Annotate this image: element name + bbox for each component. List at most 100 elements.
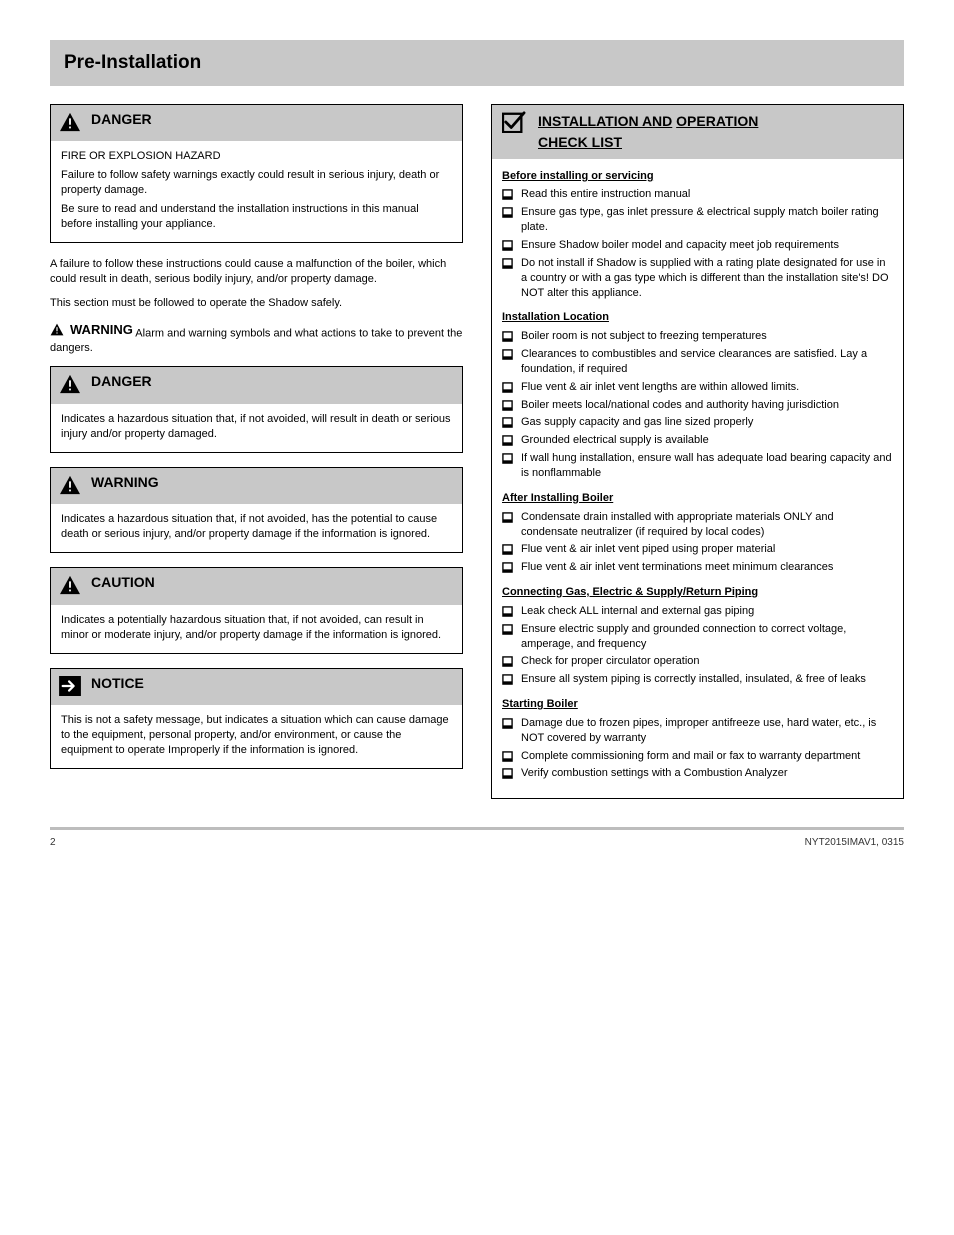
notice-def-head: NOTICE <box>51 669 462 706</box>
checkbox-icon <box>502 656 513 667</box>
checklist-item-label: Grounded electrical supply is available <box>521 433 893 448</box>
danger-def-heading: DANGER <box>91 373 152 390</box>
checkbox-icon <box>502 331 513 342</box>
checklist-item: Ensure electric supply and grounded conn… <box>502 622 893 652</box>
checklist-title-3: CHECK LIST <box>538 134 622 150</box>
danger-def-box: DANGER Indicates a hazardous situation t… <box>50 366 463 452</box>
checklist-item: Grounded electrical supply is available <box>502 433 893 448</box>
checklist-title: INSTALLATION AND OPERATION CHECK LIST <box>538 111 758 153</box>
checklist-item: Check for proper circulator operation <box>502 654 893 669</box>
checklist-item: Boiler room is not subject to freezing t… <box>502 329 893 344</box>
danger-def-body: Indicates a hazardous situation that, if… <box>51 404 462 452</box>
warning-triangle-icon <box>50 323 64 336</box>
inline-warning: WARNING Alarm and warning symbols and wh… <box>50 321 463 356</box>
checklist-item: Gas supply capacity and gas line sized p… <box>502 415 893 430</box>
checklist-item: Do not install if Shadow is supplied wit… <box>502 256 893 301</box>
checklist-item: Complete commissioning form and mail or … <box>502 749 893 764</box>
checklist-item: Flue vent & air inlet vent lengths are w… <box>502 380 893 395</box>
checkbox-icon <box>502 382 513 393</box>
checklist-item-label: Ensure gas type, gas inlet pressure & el… <box>521 205 893 235</box>
checklist-box: INSTALLATION AND OPERATION CHECK LIST Be… <box>491 104 904 800</box>
checkbox-icon <box>502 349 513 360</box>
checklist-item-label: Ensure Shadow boiler model and capacity … <box>521 238 893 253</box>
checklist-item-label: Clearances to combustibles and service c… <box>521 347 893 377</box>
checkbox-icon <box>502 453 513 464</box>
warning-def-body: Indicates a hazardous situation that, if… <box>51 504 462 552</box>
checkbox-icon <box>502 544 513 555</box>
checklist-item-label: Verify combustion settings with a Combus… <box>521 766 893 781</box>
checkbox-icon <box>502 435 513 446</box>
doc-code: NYT2015IMAV1, 0315 <box>805 836 904 850</box>
notice-def-heading: NOTICE <box>91 675 144 692</box>
caution-def-box: CAUTION Indicates a potentially hazardou… <box>50 567 463 653</box>
warning-def-box: WARNING Indicates a hazardous situation … <box>50 467 463 553</box>
columns: DANGER FIRE OR EXPLOSION HAZARD Failure … <box>50 104 904 800</box>
intro-para-2: This section must be followed to operate… <box>50 296 463 311</box>
checkbox-icon <box>502 562 513 573</box>
checklist-item-label: Leak check ALL internal and external gas… <box>521 604 893 619</box>
warning-triangle-icon <box>59 575 81 599</box>
inline-warn-label: WARNING <box>50 321 133 339</box>
checklist-body: Before installing or servicing Read this … <box>492 159 903 799</box>
checklist-item: Boiler meets local/national codes and au… <box>502 398 893 413</box>
checkbox-icon <box>502 189 513 200</box>
checklist-item: Ensure all system piping is correctly in… <box>502 672 893 687</box>
intro-para-1: A failure to follow these instructions c… <box>50 257 463 287</box>
warning-def-heading: WARNING <box>91 474 159 491</box>
checkbox-icon <box>502 624 513 635</box>
caution-def-heading: CAUTION <box>91 574 155 591</box>
checkbox-icon <box>502 207 513 218</box>
checkbox-icon <box>502 751 513 762</box>
checklist-item: Damage due to frozen pipes, improper ant… <box>502 716 893 746</box>
caution-def-text: Indicates a potentially hazardous situat… <box>61 613 452 643</box>
checklist-title-1: INSTALLATION AND <box>538 113 672 129</box>
danger-box: DANGER FIRE OR EXPLOSION HAZARD Failure … <box>50 104 463 243</box>
checklist-item-label: Ensure all system piping is correctly in… <box>521 672 893 687</box>
checkbox-icon <box>502 417 513 428</box>
checklist-item-label: Flue vent & air inlet vent piped using p… <box>521 542 893 557</box>
checkbox-icon <box>502 718 513 729</box>
checklist-item-label: Damage due to frozen pipes, improper ant… <box>521 716 893 746</box>
footer: 2 NYT2015IMAV1, 0315 <box>50 827 904 850</box>
checkbox-icon <box>502 512 513 523</box>
checklist-item-label: Read this entire instruction manual <box>521 187 893 202</box>
page-title: Pre-Installation <box>64 50 890 76</box>
checklist-item-label: Flue vent & air inlet vent lengths are w… <box>521 380 893 395</box>
caution-def-body: Indicates a potentially hazardous situat… <box>51 605 462 653</box>
checklist-item-label: Ensure electric supply and grounded conn… <box>521 622 893 652</box>
danger-def-text: Indicates a hazardous situation that, if… <box>61 412 452 442</box>
danger-head: DANGER <box>51 105 462 142</box>
checkbox-icon <box>502 606 513 617</box>
danger-line-2: Be sure to read and understand the insta… <box>61 202 452 232</box>
checklist-section-heading: Installation Location <box>502 310 893 325</box>
checklist-item-label: Boiler meets local/national codes and au… <box>521 398 893 413</box>
warning-def-head: WARNING <box>51 468 462 505</box>
danger-def-head: DANGER <box>51 367 462 404</box>
checklist-item: Flue vent & air inlet vent piped using p… <box>502 542 893 557</box>
title-bar: Pre-Installation <box>50 40 904 86</box>
warning-def-text: Indicates a hazardous situation that, if… <box>61 512 452 542</box>
checklist-section-heading: After Installing Boiler <box>502 491 893 506</box>
checklist-item: Read this entire instruction manual <box>502 187 893 202</box>
checklist-section-heading: Before installing or servicing <box>502 169 893 184</box>
checklist-item: Ensure gas type, gas inlet pressure & el… <box>502 205 893 235</box>
caution-def-head: CAUTION <box>51 568 462 605</box>
right-column: INSTALLATION AND OPERATION CHECK LIST Be… <box>491 104 904 800</box>
danger-body: FIRE OR EXPLOSION HAZARD Failure to foll… <box>51 141 462 241</box>
checklist-item-label: Do not install if Shadow is supplied wit… <box>521 256 893 301</box>
checklist-item: Ensure Shadow boiler model and capacity … <box>502 238 893 253</box>
checkmark-box-icon <box>502 111 526 139</box>
checklist-item-label: Flue vent & air inlet vent terminations … <box>521 560 893 575</box>
arrow-right-icon <box>59 676 81 700</box>
inline-warn-text: WARNING <box>70 321 133 339</box>
checkbox-icon <box>502 240 513 251</box>
checklist-item: Leak check ALL internal and external gas… <box>502 604 893 619</box>
checklist-head: INSTALLATION AND OPERATION CHECK LIST <box>492 105 903 159</box>
danger-heading: DANGER <box>91 111 152 128</box>
notice-def-body: This is not a safety message, but indica… <box>51 705 462 768</box>
checklist-item: Verify combustion settings with a Combus… <box>502 766 893 781</box>
notice-def-box: NOTICE This is not a safety message, but… <box>50 668 463 769</box>
checklist-item: Flue vent & air inlet vent terminations … <box>502 560 893 575</box>
warning-triangle-icon <box>59 374 81 398</box>
checkbox-icon <box>502 674 513 685</box>
